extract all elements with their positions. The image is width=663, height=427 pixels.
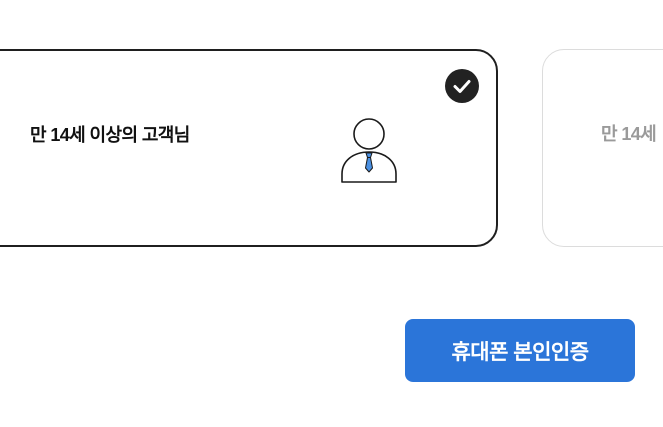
customer-type-label: 만 14세 — [601, 124, 657, 144]
phone-verification-button[interactable]: 휴대폰 본인인증 — [405, 319, 635, 382]
check-icon — [445, 69, 479, 103]
customer-type-card-under-14[interactable]: 만 14세 — [542, 49, 663, 247]
customer-type-screen: 만 14세 이상의 고객님 만 14세 휴대폰 본인인증 — [0, 0, 663, 427]
customer-type-card-14-plus[interactable]: 만 14세 이상의 고객님 — [0, 49, 498, 247]
customer-type-label: 만 14세 이상의 고객님 — [30, 125, 190, 145]
person-with-tie-icon — [340, 117, 398, 190]
